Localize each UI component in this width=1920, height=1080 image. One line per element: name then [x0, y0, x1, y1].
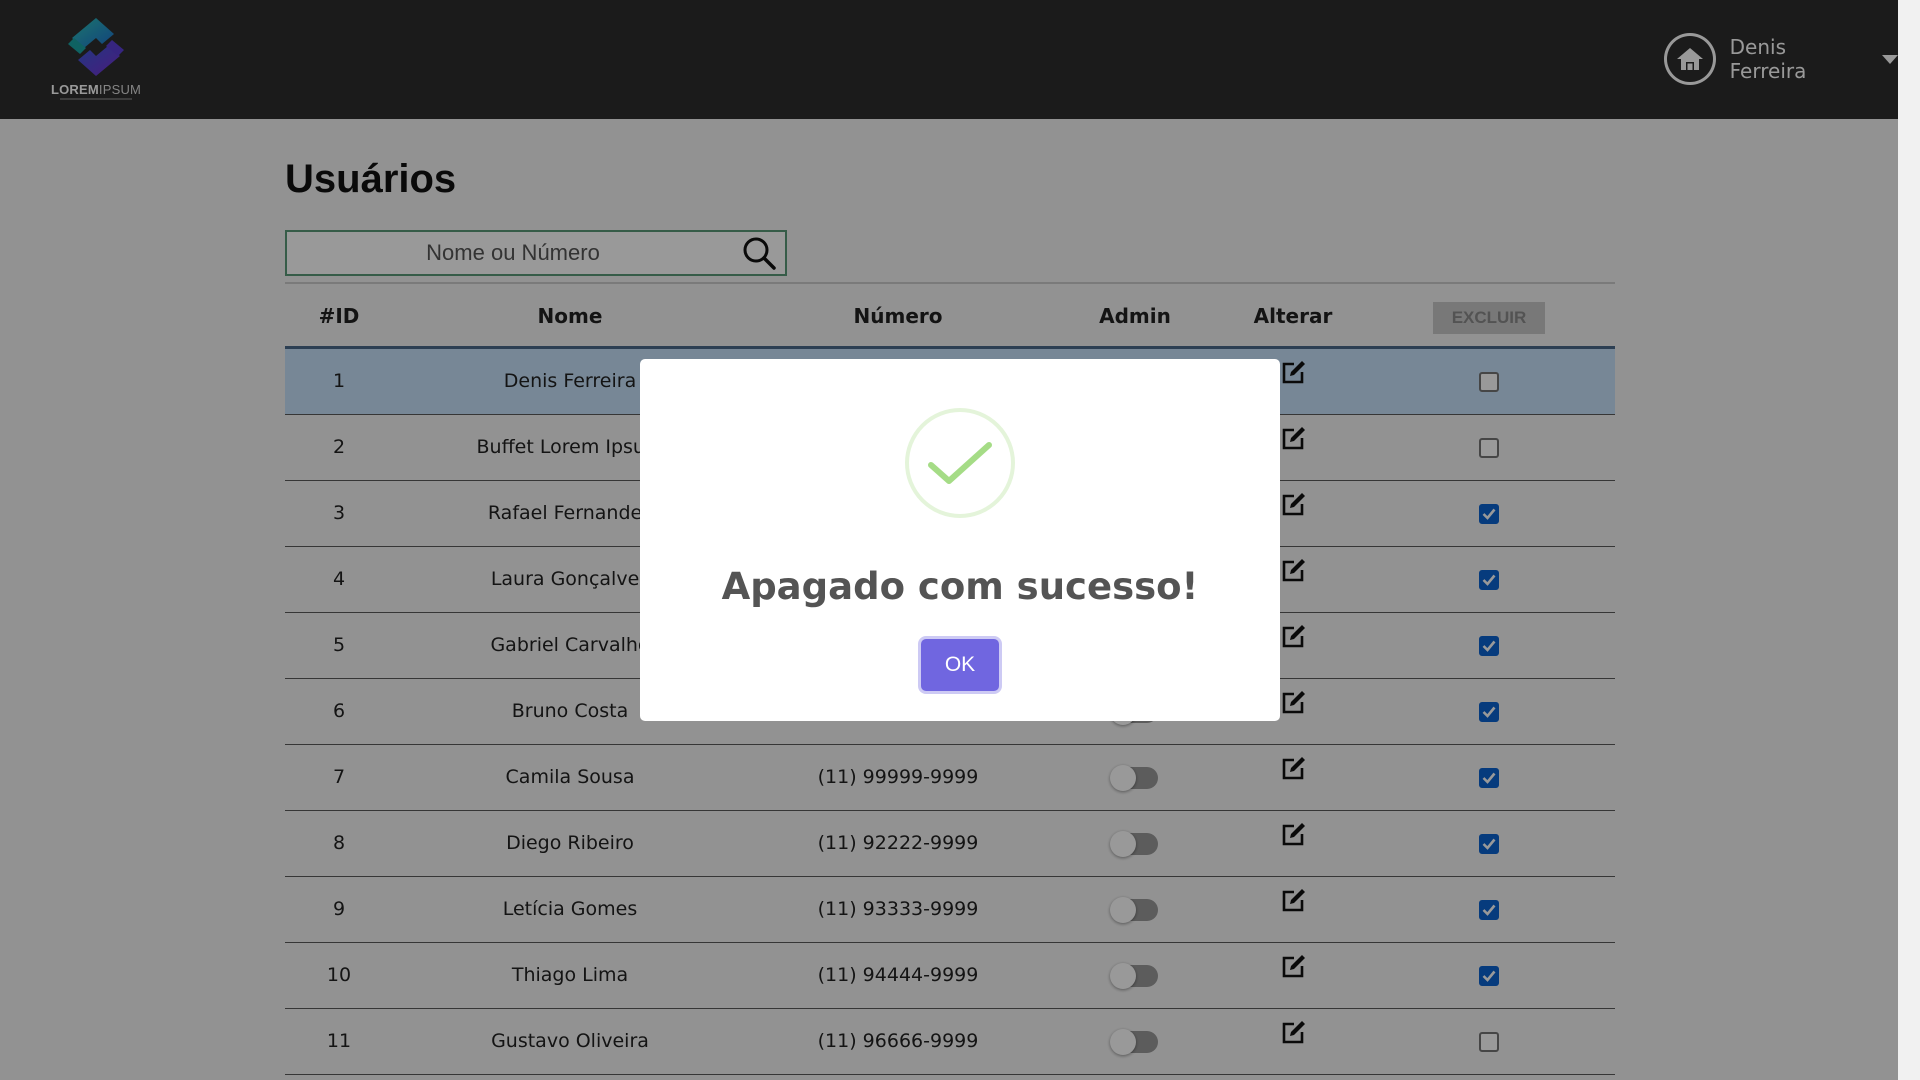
success-dialog: Apagado com sucesso! OK	[640, 359, 1280, 721]
success-check-icon	[905, 408, 1015, 518]
page-scrollbar[interactable]	[1898, 0, 1920, 1080]
dialog-title: Apagado com sucesso!	[721, 565, 1199, 608]
ok-button[interactable]: OK	[921, 639, 999, 691]
